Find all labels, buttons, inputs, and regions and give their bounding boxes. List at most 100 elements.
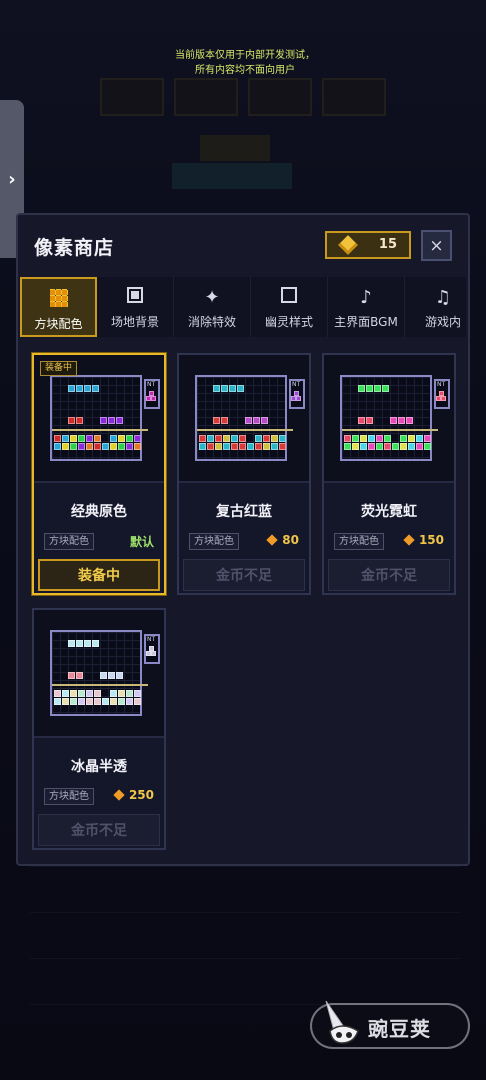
shop-item-card[interactable]: 装备中 NT 经典原色方块配色 默认装备中 xyxy=(32,353,166,595)
preview-block xyxy=(94,690,101,697)
dev-notice: 当前版本仅用于内部开发测试， 所有内容均不面向用户 xyxy=(150,48,340,78)
preview-block xyxy=(245,417,252,424)
insufficient-coins-button[interactable]: 金币不足 xyxy=(328,559,450,591)
preview-block xyxy=(54,698,61,705)
preview-block xyxy=(215,443,222,450)
preview-block xyxy=(126,698,133,705)
next-piece-box: NT xyxy=(289,379,305,409)
preview-block xyxy=(223,435,230,442)
price-value: 80 xyxy=(282,533,299,547)
preview-block xyxy=(213,417,220,424)
preview-block xyxy=(94,698,101,705)
next-piece-box: NT xyxy=(144,634,160,664)
preview-block xyxy=(255,435,262,442)
pixel-shop-panel: 像素商店 15 × 方块配色 场地背景 ✦ 消除特效 幽灵样式 ♪ 主界面BGM xyxy=(16,213,470,866)
preview-block xyxy=(221,385,228,392)
preview-block xyxy=(408,435,415,442)
tab-clear-effects[interactable]: ✦ 消除特效 xyxy=(174,277,251,337)
coin-icon xyxy=(113,789,125,801)
preview-block xyxy=(392,443,399,450)
preview-block xyxy=(68,640,75,647)
tab-label: 游戏内 xyxy=(424,315,461,329)
preview-block xyxy=(398,417,405,424)
preview-block xyxy=(86,698,93,705)
preview-block xyxy=(374,385,381,392)
preview-block xyxy=(70,435,77,442)
preview-block xyxy=(368,443,375,450)
price-value: 150 xyxy=(418,533,444,547)
preview-block xyxy=(384,443,391,450)
preview-block xyxy=(207,435,214,442)
preview-block xyxy=(110,443,117,450)
preview-block xyxy=(84,640,91,647)
item-category-tag: 方块配色 xyxy=(44,533,94,550)
preview-block xyxy=(344,443,351,450)
default-label: 默认 xyxy=(129,535,154,549)
preview-block xyxy=(229,385,236,392)
next-label: NT xyxy=(147,381,156,388)
insufficient-coins-button[interactable]: 金币不足 xyxy=(38,814,160,846)
preview-block xyxy=(134,690,141,697)
item-preview: NT xyxy=(324,355,454,483)
preview-block xyxy=(237,385,244,392)
coin-count: 15 xyxy=(378,237,397,252)
preview-block xyxy=(84,385,91,392)
preview-block xyxy=(261,417,268,424)
tab-ingame-bgm[interactable]: ♫ 游戏内 xyxy=(405,277,466,337)
item-name: 经典原色 xyxy=(71,504,127,520)
preview-block xyxy=(118,698,125,705)
preview-block xyxy=(94,443,101,450)
preview-block xyxy=(424,443,431,450)
item-price: 150 xyxy=(403,533,444,547)
preview-block xyxy=(366,385,373,392)
tab-label: 消除特效 xyxy=(187,315,236,329)
preview-block xyxy=(253,417,260,424)
preview-block xyxy=(86,690,93,697)
shop-item-card[interactable]: NT 复古红蓝 方块配色 80 金币不足 xyxy=(177,353,311,595)
preview-block xyxy=(54,690,61,697)
preview-block xyxy=(78,443,85,450)
preview-block xyxy=(352,443,359,450)
preview-block xyxy=(207,443,214,450)
preview-block xyxy=(134,435,141,442)
preview-block xyxy=(70,443,77,450)
preview-block xyxy=(358,417,365,424)
preview-board xyxy=(50,630,148,716)
preview-block xyxy=(126,690,133,697)
preview-block xyxy=(239,443,246,450)
close-button[interactable]: × xyxy=(421,230,452,261)
chevron-right-icon: › xyxy=(8,168,16,190)
preview-block xyxy=(223,443,230,450)
preview-block xyxy=(151,651,156,656)
music-note-icon: ♪ xyxy=(360,287,372,308)
coin-icon xyxy=(266,534,278,546)
tab-ghost-style[interactable]: 幽灵样式 xyxy=(251,277,328,337)
equipped-button[interactable]: 装备中 xyxy=(38,559,160,591)
preview-block xyxy=(68,672,75,679)
watermark-text: 豌豆荚 xyxy=(368,1017,431,1041)
item-price: 80 xyxy=(266,533,299,547)
preview-block xyxy=(416,443,423,450)
preview-block xyxy=(78,435,85,442)
tab-field-background[interactable]: 场地背景 xyxy=(97,277,174,337)
item-preview: 装备中 NT xyxy=(34,355,164,483)
shop-item-card[interactable]: NT 荧光霓虹 方块配色 150 金币不足 xyxy=(322,353,456,595)
watermark: 豌豆荚 xyxy=(310,1000,470,1049)
preview-block xyxy=(271,443,278,450)
item-name: 荧光霓虹 xyxy=(361,504,417,520)
shop-title: 像素商店 xyxy=(34,237,115,259)
preview-block xyxy=(94,435,101,442)
preview-block xyxy=(213,385,220,392)
shop-item-card[interactable]: NT 冰晶半透 方块配色 250 金币不足 xyxy=(32,608,166,850)
hollow-square-icon xyxy=(251,287,327,308)
preview-block xyxy=(116,672,123,679)
insufficient-coins-button[interactable]: 金币不足 xyxy=(183,559,305,591)
coin-balance: 15 xyxy=(325,231,411,259)
tab-menu-bgm[interactable]: ♪ 主界面BGM xyxy=(328,277,405,337)
item-category-tag: 方块配色 xyxy=(44,788,94,805)
preview-block xyxy=(406,417,413,424)
item-name: 冰晶半透 xyxy=(71,759,127,775)
preview-block xyxy=(126,443,133,450)
tab-block-colors[interactable]: 方块配色 xyxy=(20,277,97,337)
sparkle-icon: ✦ xyxy=(204,287,220,308)
